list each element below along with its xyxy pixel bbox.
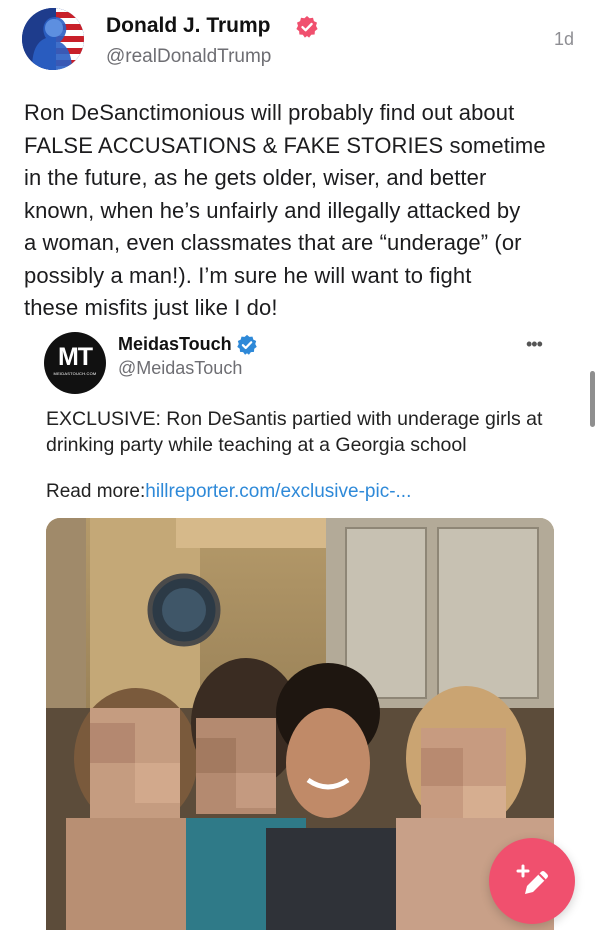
timestamp: 1d bbox=[553, 29, 574, 49]
read-more: Read more:hillreporter.com/exclusive-pic… bbox=[46, 481, 411, 503]
verified-badge-icon bbox=[237, 334, 257, 355]
avatar[interactable] bbox=[22, 8, 84, 70]
author-name[interactable]: Donald J. Trump bbox=[106, 14, 271, 38]
embed-author-handle[interactable]: @MeidasTouch bbox=[118, 358, 242, 379]
embed-text: EXCLUSIVE: Ron DeSantis partied with und… bbox=[46, 408, 543, 456]
read-more-link[interactable]: hillreporter.com/exclusive-pic-... bbox=[145, 481, 411, 502]
scrollbar[interactable] bbox=[590, 371, 595, 427]
verified-badge-icon bbox=[296, 16, 318, 38]
compose-pencil-icon bbox=[516, 864, 548, 894]
logo-text: MT bbox=[57, 343, 93, 371]
more-options-button[interactable]: ••• bbox=[526, 334, 543, 355]
logo-subtext: MEIDASTOUCH.COM bbox=[53, 371, 97, 376]
meidastouch-logo[interactable]: MT MEIDASTOUCH.COM bbox=[44, 332, 106, 394]
embedded-photo[interactable] bbox=[46, 518, 554, 930]
embedded-post[interactable]: MT MEIDASTOUCH.COM MeidasTouch @MeidasTo… bbox=[0, 330, 600, 930]
post-text: Ron DeSanctimonious will probably find o… bbox=[24, 100, 546, 320]
read-more-label: Read more: bbox=[46, 481, 146, 502]
post-header: Donald J. Trump @realDonaldTrump 1d bbox=[22, 8, 582, 70]
compose-button[interactable] bbox=[489, 838, 575, 924]
embed-author-name[interactable]: MeidasTouch bbox=[118, 334, 232, 355]
author-handle[interactable]: @realDonaldTrump bbox=[106, 46, 271, 68]
